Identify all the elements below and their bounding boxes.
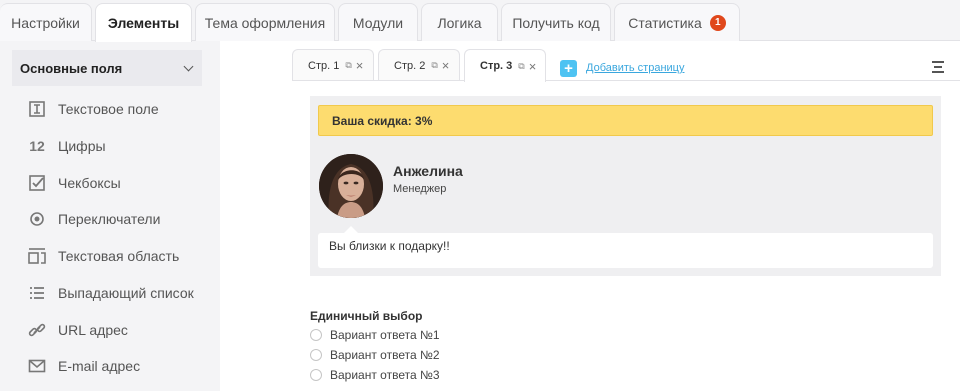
- copy-icon[interactable]: ⧉: [345, 60, 351, 71]
- tab-get-code[interactable]: Получить код: [501, 3, 611, 41]
- copy-icon[interactable]: ⧉: [431, 60, 437, 71]
- close-icon[interactable]: ×: [442, 59, 450, 72]
- close-icon[interactable]: ×: [356, 59, 364, 72]
- page-tab-3[interactable]: Стр. 3 ⧉ ×: [464, 49, 546, 82]
- person-role: Менеджер: [393, 183, 447, 195]
- sidebar-section-title: Основные поля: [20, 60, 123, 76]
- sidebar-section-header[interactable]: Основные поля: [12, 50, 202, 86]
- radio-option-2[interactable]: Вариант ответа №2: [310, 348, 440, 362]
- radio-option-1[interactable]: Вариант ответа №1: [310, 328, 440, 342]
- tab-settings[interactable]: Настройки: [0, 3, 92, 41]
- sidebar-item-label: Переключатели: [58, 211, 161, 227]
- numbers-icon: 12: [29, 138, 45, 154]
- tab-logic-label: Логика: [437, 14, 482, 31]
- message-text: Вы близки к подарку!!: [329, 239, 450, 253]
- radio-option-label: Вариант ответа №2: [330, 348, 440, 362]
- tab-statistics-label: Статистика: [628, 14, 702, 31]
- statistics-badge: 1: [709, 14, 726, 31]
- copy-icon[interactable]: ⧉: [518, 61, 524, 72]
- sidebar-item-label: Чекбоксы: [58, 175, 121, 191]
- sidebar-item-radios[interactable]: Переключатели: [28, 207, 160, 231]
- add-page-icon[interactable]: +: [560, 60, 577, 77]
- discount-banner: Ваша скидка: 3%: [318, 105, 933, 136]
- radio-option-label: Вариант ответа №3: [330, 368, 440, 382]
- chevron-down-icon: [183, 61, 194, 72]
- page-tab-label: Стр. 3: [480, 60, 513, 72]
- page-tab-2[interactable]: Стр. 2 ⧉ ×: [378, 49, 460, 81]
- sidebar-item-checkboxes[interactable]: Чекбоксы: [28, 171, 121, 195]
- sidebar-item-label: URL адрес: [58, 322, 128, 338]
- list-icon: [28, 284, 46, 302]
- tab-elements-label: Элементы: [107, 15, 180, 31]
- textarea-icon: [28, 247, 46, 265]
- sidebar-item-text-field[interactable]: Текстовое поле: [28, 97, 159, 121]
- page-tab-1[interactable]: Стр. 1 ⧉ ×: [292, 49, 374, 81]
- sidebar-item-label: Текстовая область: [58, 248, 180, 264]
- sidebar-item-numbers[interactable]: 12 Цифры: [28, 134, 106, 158]
- radio-button[interactable]: [310, 349, 322, 361]
- sidebar-item-label: Цифры: [58, 138, 106, 154]
- page-tabs-divider: [292, 80, 960, 81]
- add-page-link[interactable]: Добавить страницу: [586, 62, 684, 74]
- sidebar-item-label: E-mail адрес: [58, 358, 141, 374]
- top-tab-bar: Настройки Элементы Тема оформления Модул…: [0, 0, 960, 42]
- radio-icon: [28, 210, 46, 228]
- sidebar: Основные поля Текстовое поле 12 Цифры Че…: [0, 41, 220, 391]
- tab-get-code-label: Получить код: [512, 14, 600, 31]
- email-icon: [28, 357, 46, 375]
- text-field-icon: [28, 100, 46, 118]
- speech-bubble-arrow: [344, 226, 358, 233]
- message-bubble: Вы близки к подарку!!: [318, 233, 933, 268]
- single-choice-title: Единичный выбор: [310, 309, 423, 323]
- tab-theme-label: Тема оформления: [204, 14, 326, 31]
- sidebar-item-textarea[interactable]: Текстовая область: [28, 244, 179, 268]
- radio-button[interactable]: [310, 329, 322, 341]
- person-name: Анжелина: [393, 163, 463, 179]
- close-icon[interactable]: ×: [529, 60, 537, 73]
- sidebar-item-url[interactable]: URL адрес: [28, 318, 128, 342]
- radio-button[interactable]: [310, 369, 322, 381]
- radio-option-3[interactable]: Вариант ответа №3: [310, 368, 440, 382]
- tab-theme[interactable]: Тема оформления: [195, 3, 335, 41]
- tab-settings-label: Настройки: [11, 14, 80, 31]
- tab-logic[interactable]: Логика: [421, 3, 498, 41]
- avatar: [319, 154, 383, 218]
- menu-icon[interactable]: [932, 60, 946, 74]
- tab-statistics[interactable]: Статистика 1: [614, 3, 740, 41]
- sidebar-item-email[interactable]: E-mail адрес: [28, 354, 140, 378]
- tab-modules[interactable]: Модули: [338, 3, 418, 41]
- page-tab-label: Стр. 1: [308, 59, 340, 72]
- content-panel: Ваша скидка: 3% Анжелина Менеджер Вы бли…: [310, 96, 941, 276]
- sidebar-item-label: Текстовое поле: [58, 101, 159, 117]
- link-icon: [28, 321, 46, 339]
- sidebar-item-dropdown[interactable]: Выпадающий список: [28, 281, 194, 305]
- checkbox-icon: [28, 174, 46, 192]
- sidebar-item-label: Выпадающий список: [58, 285, 194, 301]
- tab-modules-label: Модули: [352, 14, 404, 31]
- tab-elements[interactable]: Элементы: [95, 3, 192, 42]
- page-tab-label: Стр. 2: [394, 59, 426, 72]
- radio-option-label: Вариант ответа №1: [330, 328, 440, 342]
